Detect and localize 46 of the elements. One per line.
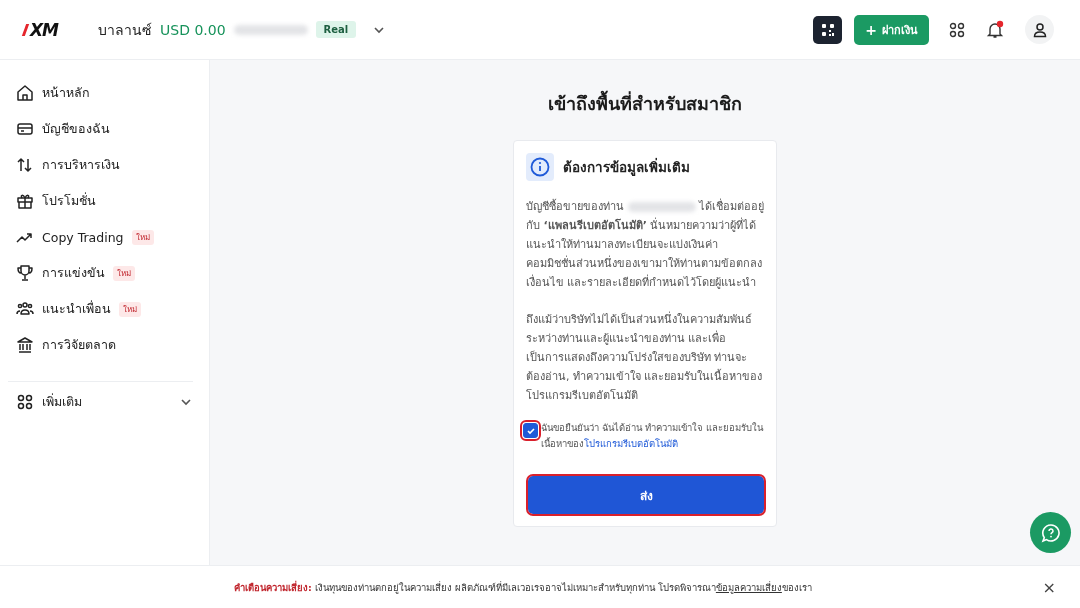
user-icon <box>1031 21 1048 38</box>
apps-grid-icon[interactable] <box>949 21 965 38</box>
profile-button[interactable] <box>1025 15 1054 44</box>
sidebar-item[interactable]: Copy Trading ใหม่ <box>16 219 193 255</box>
consent-checkbox[interactable] <box>523 423 538 438</box>
sidebar-item[interactable]: การแข่งขัน ใหม่ <box>16 255 193 291</box>
qr-code-button[interactable] <box>813 15 843 44</box>
deposit-button[interactable]: + ฝากเงิน <box>854 14 929 45</box>
qr-code-icon <box>820 22 835 37</box>
sidebar-item[interactable]: การบริหารเงิน <box>16 147 193 183</box>
close-button[interactable]: × <box>1042 577 1056 597</box>
sidebar-item[interactable]: การวิจัยตลาด <box>16 327 193 363</box>
card-icon <box>16 120 34 138</box>
paragraph: ถึงแม้ว่าบริษัทไม่ได้เป็นส่วนหนึ่งในความสัมพันธ์ระหว่างท่านและผู้แนะนำของท่าน และเพื่อเป็นการแสดงถึงความโปร่งใสของบริษัท ท่านจะต้องอ่าน, ทำความเข้าใจ และยอมรับในเนื้อหาของโปรแกรมรีเบตอัตโนมัติ <box>526 310 764 404</box>
balance-label: บาลานซ์ <box>98 20 153 40</box>
help-chat-button[interactable] <box>1030 512 1071 553</box>
card-heading: ต้องการข้อมูลเพิ่มเติม <box>563 157 690 178</box>
apps-grid-icon <box>16 393 34 411</box>
gift-icon <box>16 192 34 210</box>
consent-text: ฉันขอยืนยันว่า ฉันได้อ่าน ทำความเข้าใจ และยอมรับในเนื้อหาของโปรแกรมรีเบตอัตโนมัติ <box>541 421 764 451</box>
page-title: เข้าถึงพื้นที่สำหรับสมาชิก <box>548 89 742 118</box>
checkmark-icon <box>525 425 536 436</box>
paragraph: บัญชีซื้อขายของท่าน ได้เชื่อมต่ออยู่กับ ‘แพลนรีเบตอัตโนมัติ’ นั่นหมายความว่าผู้ที่ได้แนะนำให้ท่านมาลงทะเบียนจะแบ่งเงินค่าคอมมิชชั่นส่วนหนึ่งของเขามาให้ท่านตามข้อตกลง เงื่อนไข และรายละเอียดที่กำหนดไว้โดยผู้แนะนำ <box>526 197 764 291</box>
sidebar-item[interactable]: แนะนำเพื่อน ใหม่ <box>16 291 193 327</box>
bell-icon[interactable] <box>985 19 1005 40</box>
sidebar-item[interactable]: โปรโมชั่น <box>16 183 193 219</box>
arrows-icon <box>16 156 34 174</box>
balance-value: USD 0.00 <box>160 21 226 38</box>
submit-button[interactable]: ส่ง <box>528 476 764 514</box>
account-type-badge: Real <box>315 21 357 38</box>
rebate-program-link[interactable]: โปรแกรมรีเบตอัตโนมัติ <box>584 438 678 449</box>
info-icon <box>526 153 554 181</box>
more-menu-item[interactable]: เพิ่มเติม <box>16 384 193 420</box>
risk-warning-text: คำเตือนความเสี่ยง: เงินทุนของท่านตกอยู่ในความเสี่ยง ผลิตภัณฑ์ที่มีเลเวอเรจอาจไม่เหมาะสำหรับทุกท่าน โปรดพิจารณาข้อมูลความเสี่ยงของเรา <box>234 579 813 595</box>
new-badge: ใหม่ <box>119 301 141 317</box>
people-icon <box>16 300 34 318</box>
bank-icon <box>16 336 34 354</box>
home-icon <box>16 84 34 102</box>
risk-info-link[interactable]: ข้อมูลความเสี่ยง <box>715 581 782 593</box>
trophy-icon <box>16 264 34 282</box>
new-badge: ใหม่ <box>131 229 154 245</box>
new-badge: ใหม่ <box>113 265 135 281</box>
sidebar-item[interactable]: หน้าหลัก <box>16 75 193 111</box>
question-chat-icon <box>1040 522 1061 543</box>
logo[interactable]: XM <box>24 19 59 40</box>
sidebar-item[interactable]: บัญชีของฉัน <box>16 111 193 147</box>
